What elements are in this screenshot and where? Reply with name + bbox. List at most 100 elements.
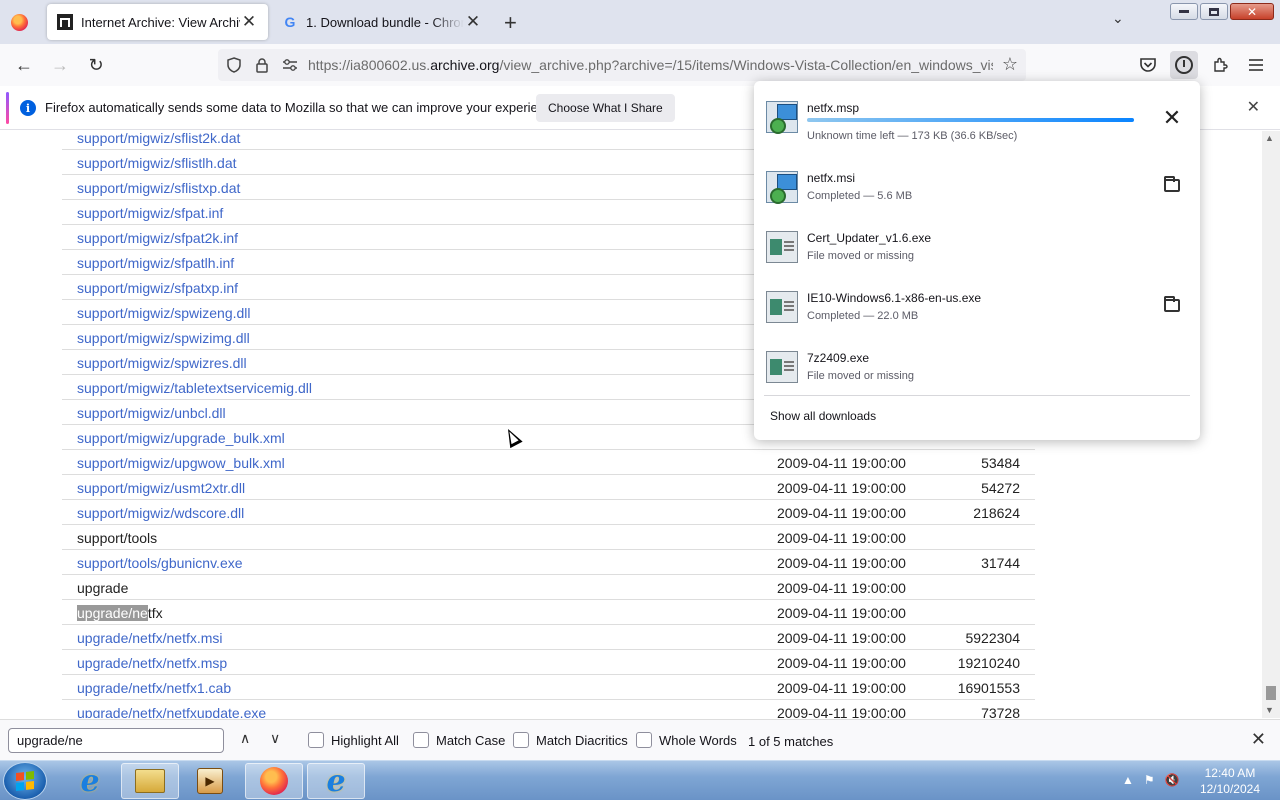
exe-icon	[766, 351, 798, 383]
open-folder-icon[interactable]	[1164, 296, 1180, 312]
match-diacritics-checkbox[interactable]: Match Diacritics	[513, 732, 628, 748]
tab-internet-archive[interactable]: Internet Archive: View Archive ✕	[47, 4, 268, 40]
taskbar-media-player[interactable]: ▶	[181, 763, 239, 799]
file-link[interactable]: support/migwiz/sfpat2k.inf	[77, 230, 238, 246]
download-item[interactable]: Cert_Updater_v1.6.exe File moved or miss…	[754, 221, 1200, 281]
file-date: 2009-04-11 19:00:00	[777, 580, 906, 596]
taskbar-internet-explorer[interactable]: e	[61, 763, 119, 799]
start-button[interactable]	[3, 762, 47, 800]
bookmark-star-icon[interactable]: ☆	[1002, 54, 1018, 75]
file-link[interactable]: support/migwiz/upgwow_bulk.xml	[77, 455, 285, 471]
file-link[interactable]: support/migwiz/sflist2k.dat	[77, 131, 240, 146]
file-link[interactable]: upgrade/netfx/netfx.msp	[77, 655, 227, 671]
table-row: upgrade/netfx 2009-04-11 19:00:00	[62, 600, 1035, 625]
page-scrollbar[interactable]: ▲ ▼	[1262, 131, 1280, 718]
volume-muted-icon[interactable]: 🔇	[1165, 773, 1180, 787]
file-link[interactable]: support/migwiz/sfpatxp.inf	[77, 280, 238, 296]
file-link[interactable]: support/migwiz/unbcl.dll	[77, 405, 226, 421]
close-notification-icon[interactable]: ✕	[1247, 97, 1260, 117]
downloads-progress-icon	[1175, 56, 1193, 74]
clock-time: 12:40 AM	[1204, 766, 1256, 780]
tracking-protection-shield-icon[interactable]	[224, 55, 244, 75]
url-text[interactable]: https://ia800602.us.archive.org/view_arc…	[308, 57, 993, 73]
close-tab-icon[interactable]: ✕	[464, 12, 482, 32]
file-link[interactable]: support/migwiz/spwizeng.dll	[77, 305, 251, 321]
folder-icon	[135, 769, 165, 793]
find-next-button[interactable]: ∨	[270, 730, 280, 747]
action-center-icon[interactable]: ⚑	[1144, 773, 1155, 787]
file-date: 2009-04-11 19:00:00	[777, 505, 906, 521]
extensions-button[interactable]	[1206, 51, 1234, 79]
download-item[interactable]: netfx.msi Completed — 5.6 MB	[754, 161, 1200, 221]
table-row: support/tools/gbunicnv.exe 2009-04-11 19:…	[62, 550, 1035, 575]
file-link[interactable]: support/migwiz/tabletextservicemig.dll	[77, 380, 312, 396]
list-all-tabs-button[interactable]: ⌄	[1112, 10, 1124, 27]
file-link[interactable]: support/migwiz/usmt2xtr.dll	[77, 480, 245, 496]
tab-download-bundle[interactable]: G 1. Download bundle - Chrome E ✕	[272, 4, 492, 40]
forward-button[interactable]: →	[48, 53, 72, 77]
choose-what-i-share-button[interactable]: Choose What I Share	[536, 94, 675, 122]
scrollbar-thumb[interactable]	[1266, 686, 1276, 700]
file-date: 2009-04-11 19:00:00	[777, 655, 906, 671]
system-clock[interactable]: 12:40 AM 12/10/2024	[1200, 765, 1260, 797]
navigation-toolbar: ← → ↻ https://ia800602.us.archive.org/vi…	[0, 44, 1280, 86]
firefox-menu-icon[interactable]	[11, 14, 28, 31]
cancel-download-icon[interactable]: ✕	[1162, 107, 1182, 129]
checkbox-label: Highlight All	[331, 732, 399, 748]
file-link[interactable]: support/migwiz/spwizimg.dll	[77, 330, 250, 346]
close-find-bar-icon[interactable]: ✕	[1251, 729, 1266, 750]
download-name: 7z2409.exe	[807, 351, 870, 365]
lock-icon[interactable]	[252, 55, 272, 75]
download-status: Completed — 5.6 MB	[807, 190, 913, 202]
file-link[interactable]: support/migwiz/sfpat.inf	[77, 205, 223, 221]
download-item[interactable]: 7z2409.exe File moved or missing	[754, 341, 1200, 401]
close-window-button[interactable]: ✕	[1230, 3, 1274, 20]
taskbar-firefox[interactable]	[245, 763, 303, 799]
find-previous-button[interactable]: ∧	[240, 730, 250, 747]
whole-words-checkbox[interactable]: Whole Words	[636, 732, 737, 748]
checkbox-label: Match Diacritics	[536, 732, 628, 748]
file-size: 54272	[981, 480, 1020, 496]
match-case-checkbox[interactable]: Match Case	[413, 732, 505, 748]
table-row: support/tools 2009-04-11 19:00:00	[62, 525, 1035, 550]
show-hidden-icons-icon[interactable]: ▲	[1122, 773, 1134, 787]
permissions-icon[interactable]	[280, 55, 300, 75]
file-link[interactable]: support/migwiz/spwizres.dll	[77, 355, 247, 371]
table-row: upgrade/netfx/netfxupdate.exe 2009-04-11 …	[62, 700, 1035, 718]
download-item[interactable]: IE10-Windows6.1-x86-en-us.exe Completed …	[754, 281, 1200, 341]
file-link[interactable]: support/tools/gbunicnv.exe	[77, 555, 243, 571]
download-item[interactable]: netfx.msp Unknown time left — 173 KB (36…	[754, 91, 1200, 151]
download-name: Cert_Updater_v1.6.exe	[807, 231, 932, 245]
downloads-button[interactable]	[1170, 51, 1198, 79]
puzzle-icon	[1214, 57, 1228, 72]
open-folder-icon[interactable]	[1164, 176, 1180, 192]
scroll-up-icon[interactable]: ▲	[1265, 133, 1274, 143]
file-link[interactable]: support/migwiz/sflistxp.dat	[77, 180, 240, 196]
new-tab-button[interactable]: +	[504, 10, 517, 36]
file-link[interactable]: support/migwiz/sflistlh.dat	[77, 155, 237, 171]
highlight-all-checkbox[interactable]: Highlight All	[308, 732, 399, 748]
reload-button[interactable]: ↻	[84, 53, 108, 77]
taskbar-windows-explorer[interactable]	[121, 763, 179, 799]
file-link[interactable]: support/migwiz/sfpatlh.inf	[77, 255, 234, 271]
file-link[interactable]: support/migwiz/upgrade_bulk.xml	[77, 430, 285, 446]
file-link[interactable]: support/migwiz/wdscore.dll	[77, 505, 244, 521]
url-bar[interactable]: https://ia800602.us.archive.org/view_arc…	[218, 49, 1026, 81]
app-menu-button[interactable]	[1242, 51, 1270, 79]
pocket-button[interactable]	[1134, 51, 1162, 79]
clock-date: 12/10/2024	[1199, 782, 1260, 796]
file-link[interactable]: upgrade/netfx/netfxupdate.exe	[77, 705, 266, 718]
minimize-icon	[1179, 10, 1189, 13]
show-all-downloads-button[interactable]: Show all downloads	[770, 409, 876, 423]
close-tab-icon[interactable]: ✕	[240, 12, 258, 32]
file-link[interactable]: upgrade/netfx/netfx1.cab	[77, 680, 231, 696]
file-link[interactable]: upgrade/netfx/netfx.msi	[77, 630, 223, 646]
maximize-button[interactable]	[1200, 3, 1228, 20]
back-button[interactable]: ←	[12, 53, 36, 77]
find-input[interactable]	[8, 728, 224, 753]
scroll-down-icon[interactable]: ▼	[1265, 705, 1274, 715]
minimize-button[interactable]	[1170, 3, 1198, 20]
file-size: 53484	[981, 455, 1020, 471]
file-size: 218624	[973, 505, 1020, 521]
taskbar-internet-explorer-2[interactable]: e	[307, 763, 365, 799]
